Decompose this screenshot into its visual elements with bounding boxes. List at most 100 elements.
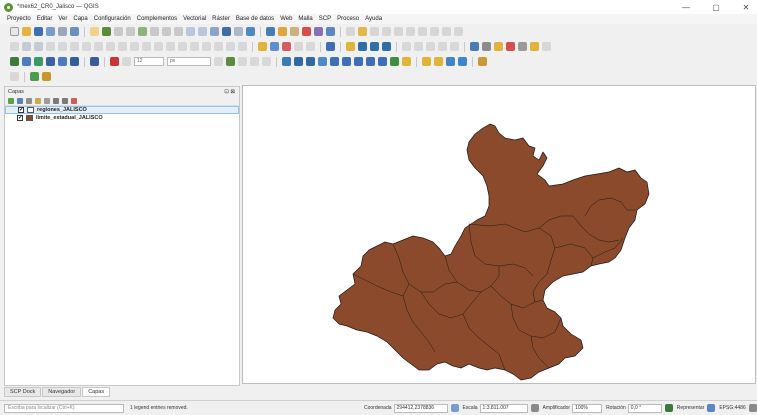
print-layout-icon[interactable] <box>58 27 67 36</box>
scale-select[interactable]: 1:3.811.007 <box>479 403 528 413</box>
pin-labels-icon[interactable] <box>442 27 451 36</box>
label-pin-icon[interactable] <box>270 42 279 51</box>
locator-search-input[interactable]: Escriba para localizar (Ctrl+K) <box>4 403 124 413</box>
add-ring-icon[interactable] <box>178 42 187 51</box>
save-project-icon[interactable] <box>34 27 43 36</box>
unit-select[interactable]: px <box>167 57 211 66</box>
delete-feature-icon[interactable] <box>70 42 79 51</box>
zoom-native-icon[interactable] <box>174 27 183 36</box>
add-part-icon[interactable] <box>190 42 199 51</box>
add-xyz-icon[interactable] <box>30 72 39 81</box>
layer-visibility-checkbox[interactable]: ✓ <box>18 107 24 113</box>
label-tool-icon[interactable] <box>258 42 267 51</box>
menu-proyecto[interactable]: Proyecto <box>7 16 31 22</box>
zoom-layer-icon[interactable] <box>162 27 171 36</box>
scp-classify-icon[interactable] <box>90 57 99 66</box>
edit-pencil-icon[interactable] <box>42 72 51 81</box>
arc-tool-icon[interactable] <box>450 42 459 51</box>
select-feature-icon[interactable] <box>278 27 287 36</box>
annotation-layer-icon[interactable] <box>530 42 539 51</box>
cut-features-icon[interactable] <box>82 42 91 51</box>
label-rotate-icon[interactable] <box>306 42 315 51</box>
measure-icon[interactable] <box>346 27 355 36</box>
pan-icon[interactable] <box>90 27 99 36</box>
layer-visibility-checkbox[interactable]: ✓ <box>17 115 23 121</box>
scp-preview-icon[interactable] <box>46 57 55 66</box>
statistics-icon[interactable] <box>326 27 335 36</box>
scp-tools-icon[interactable] <box>70 57 79 66</box>
show-labels-icon[interactable] <box>454 27 463 36</box>
label-move-icon[interactable] <box>294 42 303 51</box>
pan-to-selection-icon[interactable] <box>102 27 111 36</box>
collapse-all-icon[interactable] <box>62 97 68 104</box>
menu-scp[interactable]: SCP <box>319 16 331 22</box>
maximize-button[interactable]: ▢ <box>711 3 721 12</box>
rotation-field[interactable]: 0,0 ° <box>627 403 662 413</box>
menu-complementos[interactable]: Complementos <box>137 16 177 22</box>
minimize-button[interactable]: — <box>681 3 691 12</box>
toggle-editing-icon[interactable] <box>22 42 31 51</box>
simplify-icon[interactable] <box>166 42 175 51</box>
delete-ring-icon[interactable] <box>214 42 223 51</box>
add-wfs-icon[interactable] <box>434 57 443 66</box>
add-mesh-icon[interactable] <box>446 57 455 66</box>
add-feature-icon[interactable] <box>46 42 55 51</box>
copy-features-icon[interactable] <box>94 42 103 51</box>
menu-base-de-datos[interactable]: Base de datos <box>236 16 274 22</box>
remove-layer-icon[interactable] <box>71 97 77 104</box>
reverse-line-icon[interactable] <box>330 57 339 66</box>
tab-navegador[interactable]: Navegador <box>42 387 82 397</box>
layer-item-regiones[interactable]: ✓ regiones_JALISCO <box>5 106 239 114</box>
layer-symbol-swatch[interactable] <box>26 115 33 121</box>
current-edits-icon[interactable] <box>10 42 19 51</box>
settings-icon[interactable] <box>494 42 503 51</box>
add-line-icon[interactable] <box>262 57 271 66</box>
layer-symbol-swatch[interactable] <box>27 107 34 113</box>
layout-manager-icon[interactable] <box>70 27 79 36</box>
temporal-icon[interactable] <box>234 27 243 36</box>
add-vector-icon[interactable] <box>402 57 411 66</box>
pin-icon[interactable] <box>214 57 223 66</box>
metasearch-icon[interactable] <box>370 42 379 51</box>
sum-icon[interactable] <box>506 42 515 51</box>
menu-configuracion[interactable]: Configuración <box>94 16 131 22</box>
menu-ayuda[interactable]: Ayuda <box>365 16 382 22</box>
vertex-editor-icon[interactable] <box>282 57 291 66</box>
field-calculator-icon[interactable] <box>314 27 323 36</box>
split-features-icon[interactable] <box>294 57 303 66</box>
redo-icon[interactable] <box>430 27 439 36</box>
add-point-icon[interactable] <box>250 57 259 66</box>
rotate-feature-icon[interactable] <box>154 42 163 51</box>
zoom-full-icon[interactable] <box>138 27 147 36</box>
crs-globe-icon[interactable] <box>707 404 716 412</box>
font-size-input[interactable]: 12 <box>134 57 164 66</box>
warning-icon[interactable] <box>346 42 355 51</box>
new-project-icon[interactable] <box>10 27 19 36</box>
scp-rgb-icon[interactable] <box>58 57 67 66</box>
trim-extend-icon[interactable] <box>342 57 351 66</box>
add-wms-icon[interactable] <box>422 57 431 66</box>
zoom-out-icon[interactable] <box>126 27 135 36</box>
rectangle-tool-icon[interactable] <box>402 42 411 51</box>
close-button[interactable]: ✕ <box>741 3 751 12</box>
text-format-icon[interactable] <box>518 42 527 51</box>
layer-name[interactable]: limite_estadual_JALISCO <box>36 115 103 121</box>
move-feature-icon[interactable] <box>142 42 151 51</box>
ellipse-tool-icon[interactable] <box>426 42 435 51</box>
menu-capa[interactable]: Capa <box>73 16 87 22</box>
merge-features-icon[interactable] <box>306 57 315 66</box>
tab-capas[interactable]: Capas <box>82 387 111 397</box>
zoom-in-icon[interactable] <box>114 27 123 36</box>
offset-curve-icon[interactable] <box>318 57 327 66</box>
open-layer-styling-icon[interactable] <box>8 97 14 104</box>
zoom-last-icon[interactable] <box>186 27 195 36</box>
delete-part-icon[interactable] <box>226 42 235 51</box>
undo-edit-icon[interactable] <box>118 42 127 51</box>
new-map-view-icon[interactable] <box>210 27 219 36</box>
cross-icon[interactable] <box>238 57 247 66</box>
save-as-icon[interactable] <box>46 27 55 36</box>
paste-features-icon[interactable] <box>106 42 115 51</box>
menu-raster[interactable]: Ráster <box>212 16 230 22</box>
text-annotation-icon[interactable] <box>370 27 379 36</box>
filter-expression-icon[interactable] <box>44 97 50 104</box>
